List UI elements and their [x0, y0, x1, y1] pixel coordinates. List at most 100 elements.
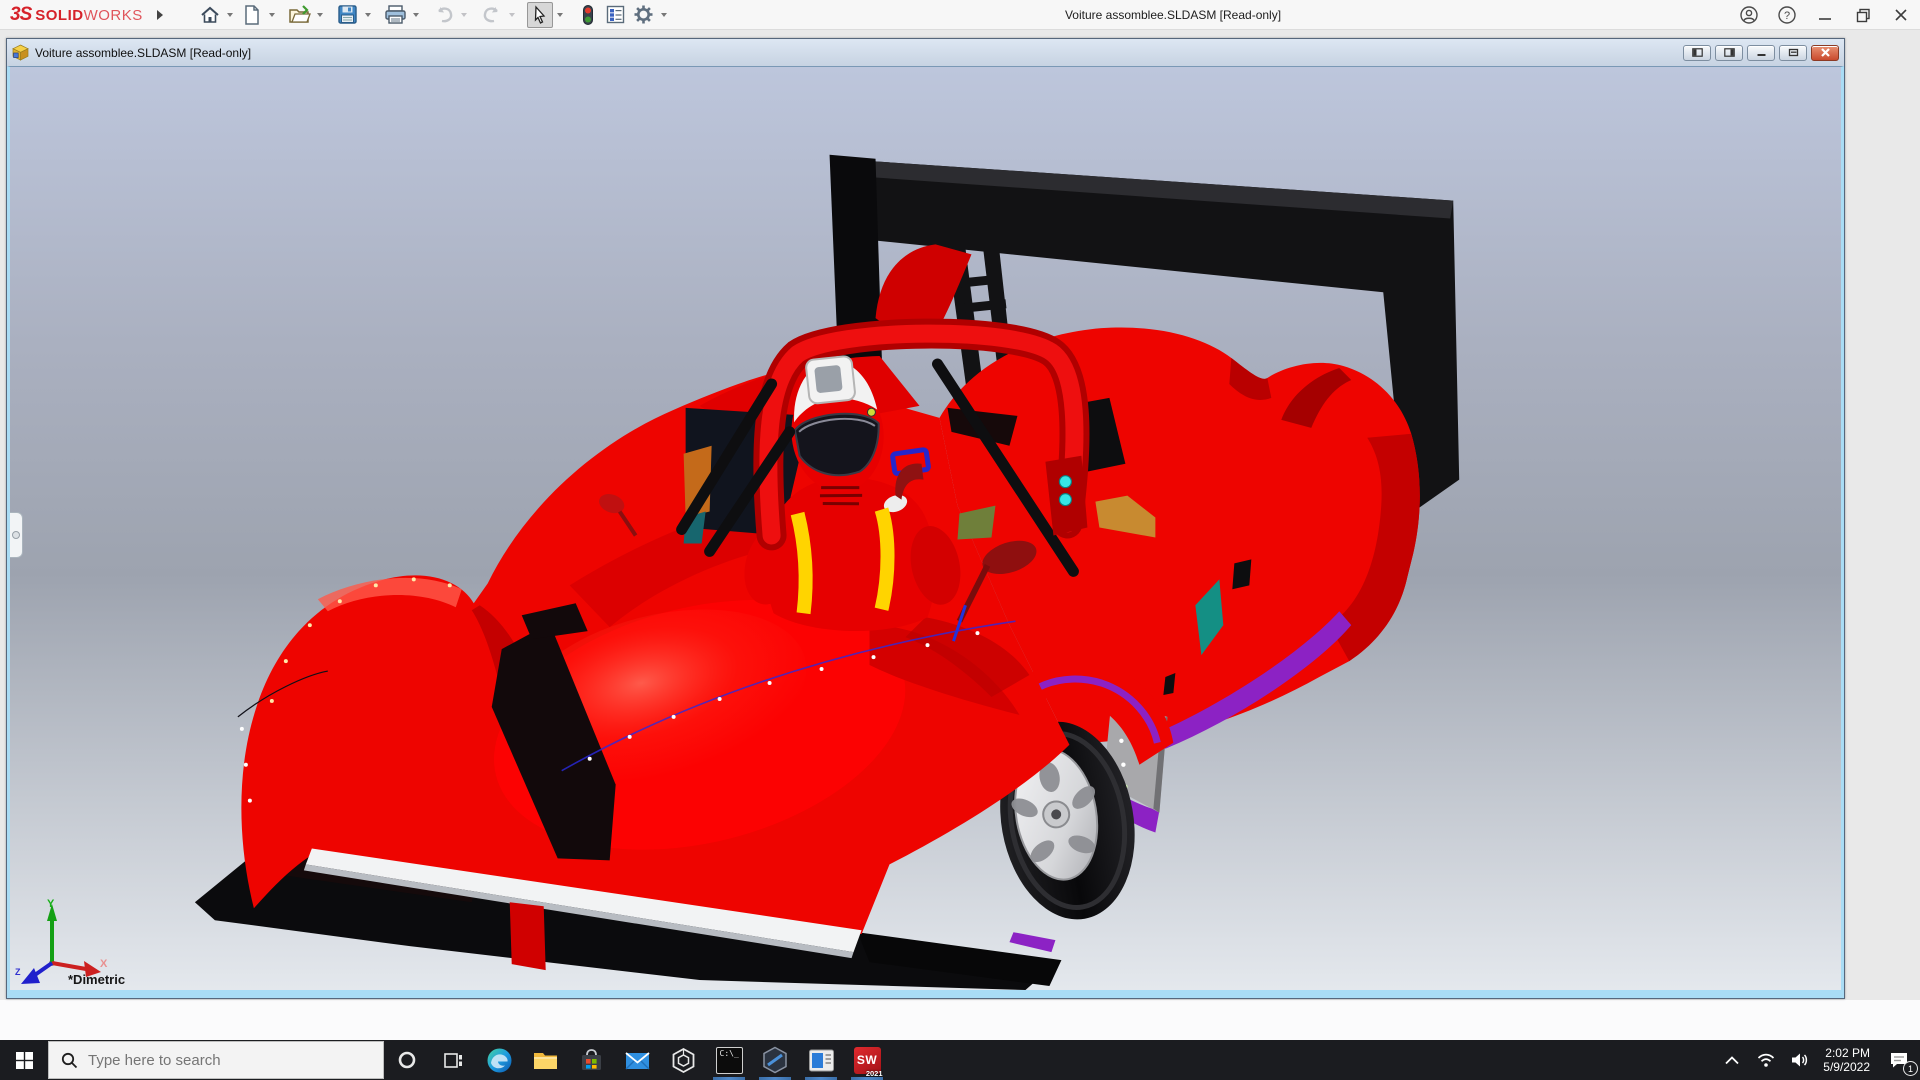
open-icon [289, 4, 311, 23]
taskbar-icon-command-prompt[interactable]: C:\_ [706, 1040, 752, 1080]
account-button[interactable] [1730, 0, 1768, 30]
chevron-up-icon [1725, 1055, 1739, 1064]
cortana-button[interactable] [384, 1040, 430, 1080]
solidworks-logo-mark: 3S [10, 3, 32, 25]
new-document-icon [245, 4, 259, 25]
windows-logo-icon [15, 1051, 33, 1069]
restore-button[interactable] [1844, 0, 1882, 30]
open-button[interactable] [287, 2, 313, 28]
triad-y-label: Y [47, 898, 55, 910]
search-icon [61, 1052, 78, 1068]
undo-caret [459, 2, 469, 28]
status-strip [0, 1000, 1920, 1040]
edrawings-icon [763, 1046, 787, 1074]
clock-time: 2:02 PM [1825, 1046, 1870, 1060]
wifi-icon [1758, 1053, 1775, 1067]
select-button[interactable] [526, 1, 553, 28]
taskbar-icon-3d-viewer[interactable] [660, 1040, 706, 1080]
redo-icon [483, 6, 498, 22]
pane-right-button[interactable] [1715, 44, 1743, 61]
start-button[interactable] [0, 1040, 48, 1080]
assembly-icon [12, 44, 29, 61]
triad-z-label: Z [15, 967, 21, 977]
file-explorer-icon [533, 1052, 557, 1069]
harness-strap [790, 511, 813, 615]
taskbar-icon-mail[interactable] [614, 1040, 660, 1080]
document-title: Voiture assomblee.SLDASM [Read-only] [35, 45, 252, 60]
rebuild-button[interactable] [575, 2, 601, 28]
toolbar-flyout-arrow[interactable] [156, 9, 163, 20]
cmd-prompt-glyph: C:\_ [719, 1048, 739, 1058]
cortana-icon [398, 1051, 416, 1069]
save-caret[interactable] [363, 2, 373, 28]
speaker-icon [1792, 1053, 1808, 1067]
new-document-caret[interactable] [267, 2, 277, 28]
taskbar-icon-solidworks[interactable]: SW 2021 [844, 1040, 890, 1080]
save-button[interactable] [335, 2, 361, 28]
taskbar-icon-edge[interactable] [476, 1040, 522, 1080]
app-window-icon [808, 1049, 834, 1071]
gear-icon [634, 5, 653, 24]
taskbar-icon-app-window[interactable] [798, 1040, 844, 1080]
tray-volume-button[interactable] [1783, 1040, 1817, 1080]
minimize-icon [1819, 18, 1831, 20]
close-icon [1895, 9, 1907, 21]
minimize-button[interactable] [1806, 0, 1844, 30]
options-caret[interactable] [659, 2, 669, 28]
file-properties-button[interactable] [603, 2, 629, 28]
rebuild-traffic-light-icon [582, 4, 593, 25]
file-properties-icon [607, 5, 625, 24]
help-icon: ? [1778, 6, 1796, 24]
app-title: Voiture assomblee.SLDASM [Read-only] [1064, 8, 1282, 22]
select-caret[interactable] [555, 2, 565, 28]
print-button[interactable] [383, 2, 409, 28]
car-3d-model [194, 154, 1460, 990]
edge-icon [487, 1048, 511, 1072]
taskbar-icon-store[interactable] [568, 1040, 614, 1080]
redo-button[interactable] [479, 2, 505, 28]
doc-close-button[interactable] [1811, 44, 1839, 61]
redo-caret [507, 2, 517, 28]
clock-date: 5/9/2022 [1823, 1060, 1870, 1074]
document-window: Voiture assomblee.SLDASM [Read-only] Y X… [6, 38, 1845, 999]
taskbar-search[interactable] [48, 1041, 384, 1079]
taskbar: C:\_ SW 2021 2:02 PM 5/9/2022 [0, 1040, 1920, 1080]
doc-restore-button[interactable] [1779, 44, 1807, 61]
solidworks-app-icon: SW 2021 [853, 1046, 883, 1078]
solidworks-logo: 3S SOLID WORKS [10, 3, 143, 25]
print-icon [385, 5, 406, 24]
task-view-button[interactable] [430, 1040, 476, 1080]
tray-chevron-button[interactable] [1715, 1040, 1749, 1080]
undo-button[interactable] [431, 2, 457, 28]
account-icon [1740, 6, 1758, 24]
options-button[interactable] [631, 2, 657, 28]
print-caret[interactable] [411, 2, 421, 28]
app-titlebar: 3S SOLID WORKS Voiture assomblee.SLDASM … [0, 0, 1920, 30]
feature-pane-splitter[interactable] [10, 512, 23, 558]
notification-badge: 1 [1903, 1061, 1918, 1076]
taskbar-clock[interactable]: 2:02 PM 5/9/2022 [1817, 1046, 1878, 1074]
help-button[interactable]: ? [1768, 0, 1806, 30]
pane-left-button[interactable] [1683, 44, 1711, 61]
taskbar-icon-file-explorer[interactable] [522, 1040, 568, 1080]
open-caret[interactable] [315, 2, 325, 28]
home-button[interactable] [197, 2, 223, 28]
action-center-button[interactable]: 1 [1878, 1040, 1920, 1080]
document-titlebar[interactable]: Voiture assomblee.SLDASM [Read-only] [7, 39, 1844, 66]
triad-x-label: X [100, 958, 108, 970]
home-icon [201, 6, 219, 23]
new-document-button[interactable] [239, 2, 265, 28]
taskbar-icon-edrawings[interactable] [752, 1040, 798, 1080]
3d-viewer-icon [672, 1047, 694, 1073]
doc-minimize-button[interactable] [1747, 44, 1775, 61]
view-orientation-label: *Dimetric [68, 972, 126, 987]
tray-network-button[interactable] [1749, 1040, 1783, 1080]
close-button[interactable] [1882, 0, 1920, 30]
task-view-icon [443, 1052, 462, 1068]
mail-icon [624, 1051, 650, 1069]
graphics-area[interactable]: Y X Z *Dimetric [7, 66, 1844, 998]
save-icon [338, 5, 357, 24]
search-input[interactable] [88, 1051, 348, 1069]
system-tray: 2:02 PM 5/9/2022 1 [1715, 1040, 1920, 1080]
restore-icon [1856, 8, 1870, 22]
